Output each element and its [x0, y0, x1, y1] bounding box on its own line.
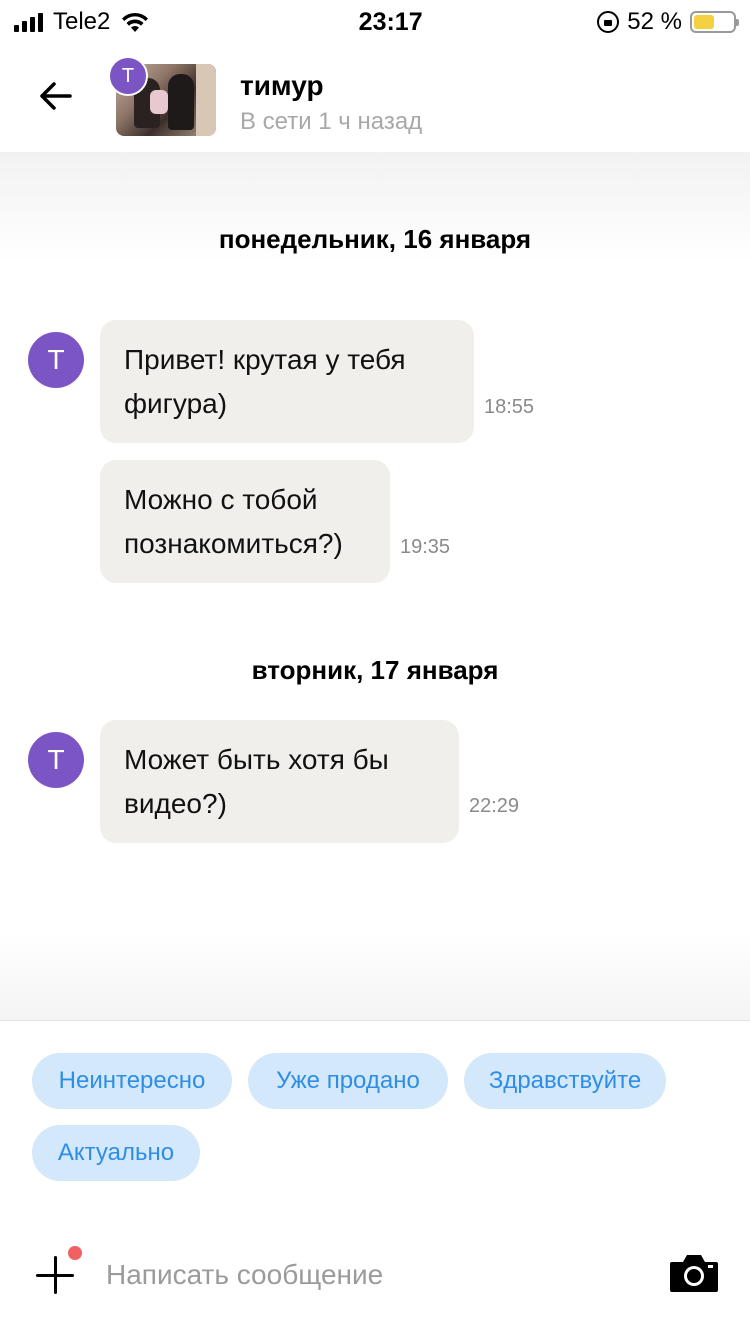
contact-name[interactable]: тимур: [240, 70, 324, 102]
date-separator: вторник, 17 января: [251, 655, 499, 685]
arrow-left-icon[interactable]: [36, 76, 76, 116]
battery-fill: [694, 15, 714, 29]
message-avatar[interactable]: T: [28, 332, 84, 388]
status-bar: Tele2 23:17 52 %: [0, 0, 750, 44]
date-separator: понедельник, 16 января: [218, 224, 532, 254]
battery-icon: [690, 11, 739, 33]
chat-area[interactable]: понедельник, 16 января T Привет! крутая …: [0, 152, 750, 1020]
message-text-line: познакомиться?): [124, 528, 343, 559]
signal-icon: [14, 12, 43, 32]
message-bubble[interactable]: Может быть хотя бы видео?): [100, 720, 459, 843]
message-text-line: видео?): [124, 788, 227, 819]
camera-icon[interactable]: [668, 1252, 720, 1294]
battery-percent: 52 %: [627, 8, 682, 35]
message-text-line: Можно с тобой: [124, 484, 318, 515]
wifi-icon: [122, 12, 149, 32]
message-avatar[interactable]: T: [28, 732, 84, 788]
carrier-name: Tele2: [53, 8, 111, 35]
quick-reply-chip[interactable]: Уже продано: [248, 1053, 448, 1109]
contact-avatar[interactable]: T: [108, 56, 148, 96]
message-text-line: фигура): [124, 388, 228, 419]
message-input[interactable]: [106, 1252, 646, 1298]
status-right: 52 %: [597, 8, 739, 36]
quick-reply-chip[interactable]: Актуально: [32, 1125, 200, 1181]
divider: [0, 1020, 750, 1021]
quick-reply-chip[interactable]: Неинтересно: [32, 1053, 232, 1109]
message-time: 22:29: [469, 795, 520, 817]
message-bubble[interactable]: Привет! крутая у тебя фигура): [100, 320, 474, 443]
contact-status: В сети 1 ч назад: [240, 108, 423, 135]
message-time: 19:35: [400, 536, 451, 558]
quick-reply-chip[interactable]: Здравствуйте: [464, 1053, 666, 1109]
chat-header: T тимур В сети 1 ч назад: [0, 44, 750, 152]
status-time: 23:17: [358, 7, 423, 36]
message-text-line: Может быть хотя бы: [124, 744, 389, 775]
message-time: 18:55: [484, 396, 535, 418]
notification-dot: [68, 1246, 82, 1260]
message-bubble[interactable]: Можно с тобой познакомиться?): [100, 460, 390, 583]
orientation-lock-icon: [597, 11, 620, 33]
plus-icon[interactable]: [36, 1256, 76, 1296]
message-text-line: Привет! крутая у тебя: [124, 344, 406, 375]
